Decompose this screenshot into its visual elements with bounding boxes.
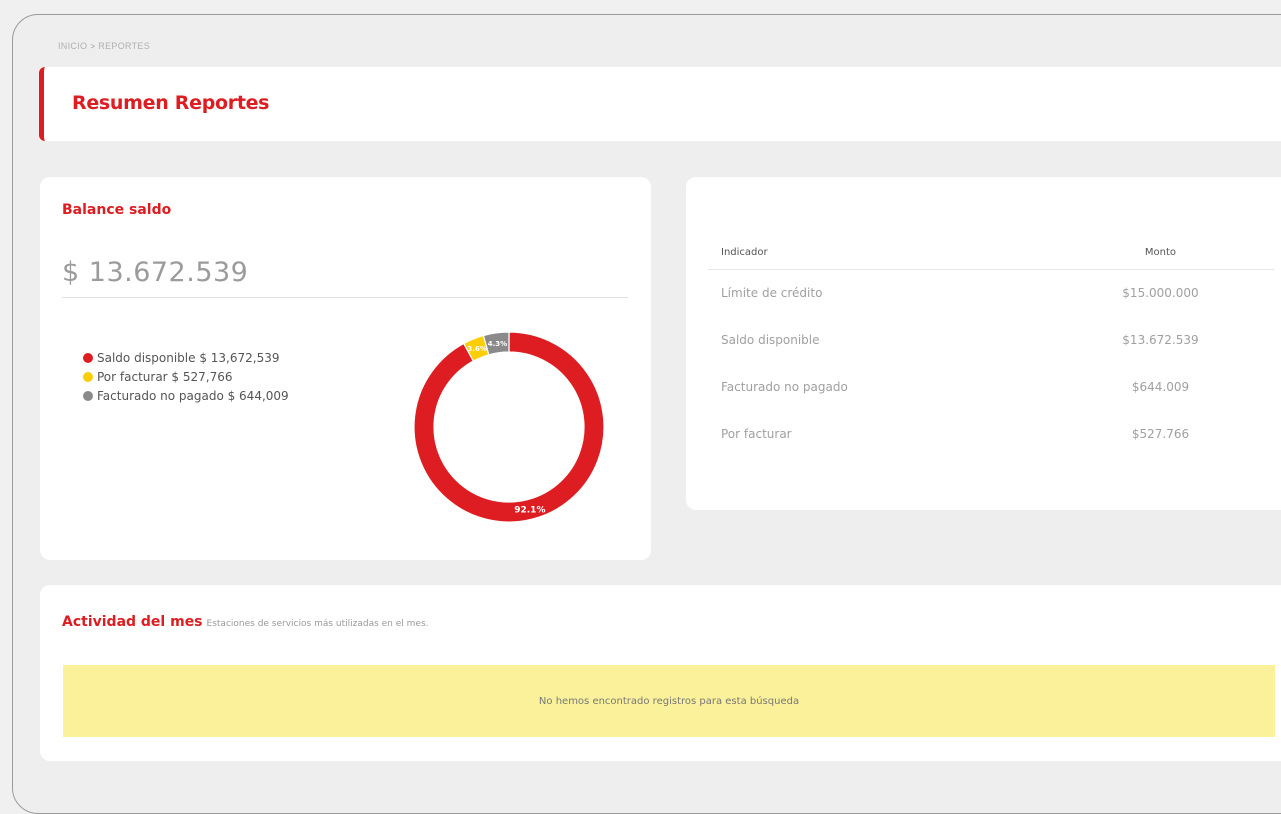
donut-chart: 92.1% 3.6% 4.3% — [409, 327, 609, 527]
donut-label-saldo-disponible: 92.1% — [514, 505, 545, 515]
legend-dot-icon — [83, 390, 93, 401]
activity-subtitle: Estaciones de servicios más utilizadas e… — [206, 619, 429, 629]
column-header-indicator: Indicador — [708, 237, 1047, 270]
indicator-cell: Por facturar — [721, 426, 792, 441]
chart-legend: Saldo disponible $ 13,672,539 Por factur… — [83, 348, 289, 405]
indicators-card: Indicador Monto Límite de crédito $15.00… — [686, 177, 1281, 510]
balance-divider — [62, 297, 628, 298]
donut-chart-svg: 92.1% 3.6%4.3% — [413, 331, 605, 523]
app-frame: INICIO > REPORTES Resumen Reportes Balance… — [12, 14, 1281, 814]
legend-label: Facturado no pagado $ 644,009 — [97, 388, 289, 403]
legend-label: Saldo disponible $ 13,672,539 — [97, 350, 280, 365]
balance-amount: $ 13.672.539 — [62, 257, 249, 288]
amount-cell: $644.009 — [1131, 379, 1190, 394]
table-row: Por facturar $527.766 — [708, 410, 1274, 457]
donut-label-facturado-no-pagado: 4.3% — [488, 340, 507, 348]
indicators-table: Indicador Monto Límite de crédito $15.00… — [708, 237, 1274, 457]
legend-dot-icon — [83, 352, 93, 363]
activity-card: Actividad del mes Estaciones de servicios… — [40, 585, 1281, 761]
column-header-amount: Monto — [1046, 237, 1274, 270]
indicator-cell: Facturado no pagado — [721, 379, 848, 394]
amount-cell: $15.000.000 — [1122, 285, 1199, 300]
table-row: Límite de crédito $15.000.000 — [708, 269, 1274, 316]
empty-results-message: No hemos encontrado registros para esta … — [538, 695, 800, 707]
page-title-bar: Resumen Reportes — [39, 67, 1281, 141]
empty-results-banner: No hemos encontrado registros para esta … — [63, 665, 1275, 737]
page-title: Resumen Reportes — [72, 92, 270, 114]
breadcrumb-home[interactable]: INICIO — [58, 41, 87, 51]
table-row: Saldo disponible $13.672.539 — [708, 316, 1274, 363]
donut-slice-saldo-disponible[interactable] — [413, 331, 605, 523]
legend-item-por-facturar[interactable]: Por facturar $ 527,766 — [83, 367, 289, 386]
legend-item-facturado-no-pagado[interactable]: Facturado no pagado $ 644,009 — [83, 386, 289, 405]
breadcrumb: INICIO > REPORTES — [58, 41, 150, 51]
balance-card: Balance saldo $ 13.672.539 Saldo disponi… — [40, 177, 651, 560]
amount-cell: $13.672.539 — [1122, 332, 1199, 347]
activity-header: Actividad del mes Estaciones de servicios… — [62, 611, 429, 630]
breadcrumb-separator: > — [90, 42, 96, 51]
indicator-cell: Límite de crédito — [721, 285, 823, 300]
activity-title: Actividad del mes — [62, 614, 203, 630]
balance-title: Balance saldo — [62, 202, 172, 218]
table-header-row: Indicador Monto — [708, 237, 1274, 270]
legend-item-saldo-disponible[interactable]: Saldo disponible $ 13,672,539 — [83, 348, 289, 367]
indicator-cell: Saldo disponible — [721, 332, 820, 347]
amount-cell: $527.766 — [1131, 426, 1190, 441]
breadcrumb-current: REPORTES — [98, 41, 151, 51]
legend-dot-icon — [83, 371, 93, 382]
donut-label-por-facturar: 3.6% — [467, 345, 486, 353]
legend-label: Por facturar $ 527,766 — [97, 369, 233, 384]
table-row: Facturado no pagado $644.009 — [708, 363, 1274, 410]
